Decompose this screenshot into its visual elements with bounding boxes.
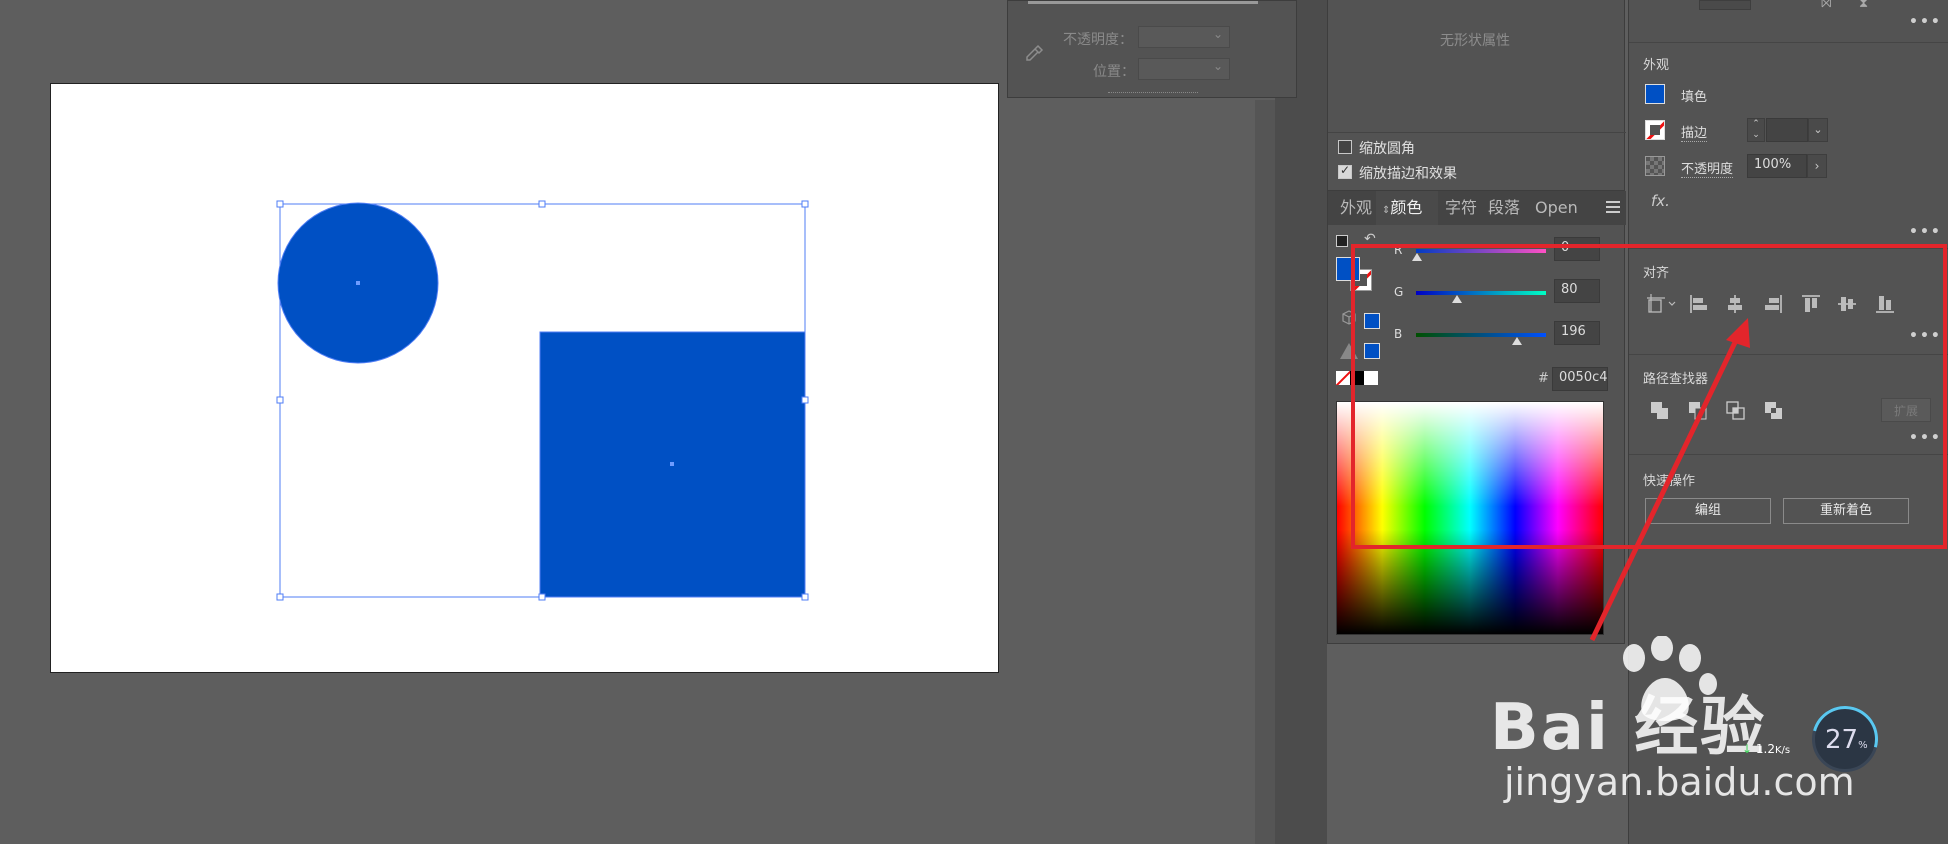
- opacity-dropdown[interactable]: ⌄: [1138, 26, 1230, 48]
- tab-color-label: 颜色: [1390, 198, 1423, 217]
- stroke-weight-stepper[interactable]: ⌃ ⌄: [1747, 118, 1765, 142]
- scale-strokes-checkbox[interactable]: ✓: [1338, 163, 1352, 179]
- speed-unit: K/s: [1774, 745, 1791, 756]
- annotation-arrow: [1589, 318, 1750, 642]
- opacity-arrow-button[interactable]: ›: [1807, 154, 1827, 178]
- chevron-down-icon: ⌄: [1212, 59, 1223, 73]
- stroke-weight-dropdown[interactable]: ⌄: [1808, 118, 1828, 142]
- none-swatch-icon[interactable]: [1336, 371, 1350, 385]
- artwork-canvas[interactable]: [0, 0, 1010, 700]
- tab-paragraph[interactable]: 段落: [1488, 191, 1520, 225]
- opacity-checker-icon[interactable]: [1645, 156, 1665, 176]
- checkmark-icon: ✓: [1340, 163, 1351, 177]
- color-panel-tab-bar: 外观 ⇕颜色 字符 段落 Open: [1328, 191, 1626, 225]
- tab-color[interactable]: ⇕颜色: [1376, 191, 1438, 225]
- transform-options-panel: 无形状属性 缩放圆角 ✓ 缩放描边和效果: [1327, 0, 1626, 190]
- top-spinner[interactable]: [1699, 0, 1751, 10]
- stroke-swatch[interactable]: [1645, 120, 1665, 140]
- tab-opentype[interactable]: Open: [1535, 191, 1578, 225]
- divider: [1328, 132, 1626, 133]
- stroke-label[interactable]: 描边: [1681, 122, 1708, 142]
- opacity-input[interactable]: 100%: [1747, 154, 1807, 178]
- panel-menu-icon[interactable]: [1606, 201, 1620, 213]
- transparency-panel: 不透明度： ⌄ 位置： ⌄: [1007, 0, 1297, 98]
- speed-readout: ↓ 1.2K/s: [1742, 742, 1790, 756]
- chevron-down-icon: ⌄: [1212, 27, 1223, 41]
- stroke-weight-input[interactable]: [1766, 118, 1808, 142]
- circle-center-point: [356, 281, 360, 285]
- scale-strokes-label: 缩放描边和效果: [1359, 166, 1457, 182]
- distribute-icon[interactable]: ⧗: [1859, 0, 1868, 11]
- flip-icon[interactable]: ⨝: [1821, 0, 1832, 11]
- no-shape-properties-text: 无形状属性: [1440, 33, 1510, 49]
- opacity-label[interactable]: 不透明度: [1681, 158, 1734, 178]
- appearance-section-title: 外观: [1643, 58, 1670, 73]
- speed-value: 1.2: [1755, 742, 1775, 756]
- opacity-label: 不透明度：: [1063, 32, 1133, 48]
- divider: [1629, 42, 1948, 43]
- tab-appearance[interactable]: 外观: [1340, 191, 1372, 225]
- eyedropper-icon[interactable]: [1023, 43, 1045, 65]
- network-speed-widget[interactable]: ↓ 1.2K/s 27%: [1742, 693, 1892, 785]
- download-arrow-icon: ↓: [1742, 742, 1753, 756]
- panel-dock-edge: [1275, 0, 1327, 844]
- fx-icon[interactable]: fx.: [1651, 192, 1670, 210]
- position-label: 位置：: [1093, 64, 1135, 80]
- gradient-slider-track[interactable]: [1028, 1, 1258, 4]
- position-dropdown[interactable]: ⌄: [1138, 58, 1230, 80]
- panel-resize-grip[interactable]: [1108, 92, 1198, 95]
- more-options-icon[interactable]: •••: [1909, 224, 1942, 240]
- tab-character[interactable]: 字符: [1445, 191, 1477, 225]
- baidu-logo-text: Bai 经验: [1490, 691, 1767, 765]
- fill-label: 填色: [1681, 90, 1708, 105]
- more-options-icon[interactable]: •••: [1909, 14, 1942, 30]
- square-center-point: [670, 462, 674, 466]
- gauge-percent: 27%: [1825, 725, 1868, 755]
- scale-corners-label: 缩放圆角: [1359, 141, 1415, 157]
- default-colors-icon[interactable]: [1336, 235, 1348, 247]
- cpu-gauge: 27%: [1799, 693, 1891, 785]
- fill-swatch[interactable]: [1645, 84, 1665, 104]
- panel-dock-divider: [1255, 100, 1275, 844]
- scale-corners-checkbox[interactable]: [1338, 140, 1352, 154]
